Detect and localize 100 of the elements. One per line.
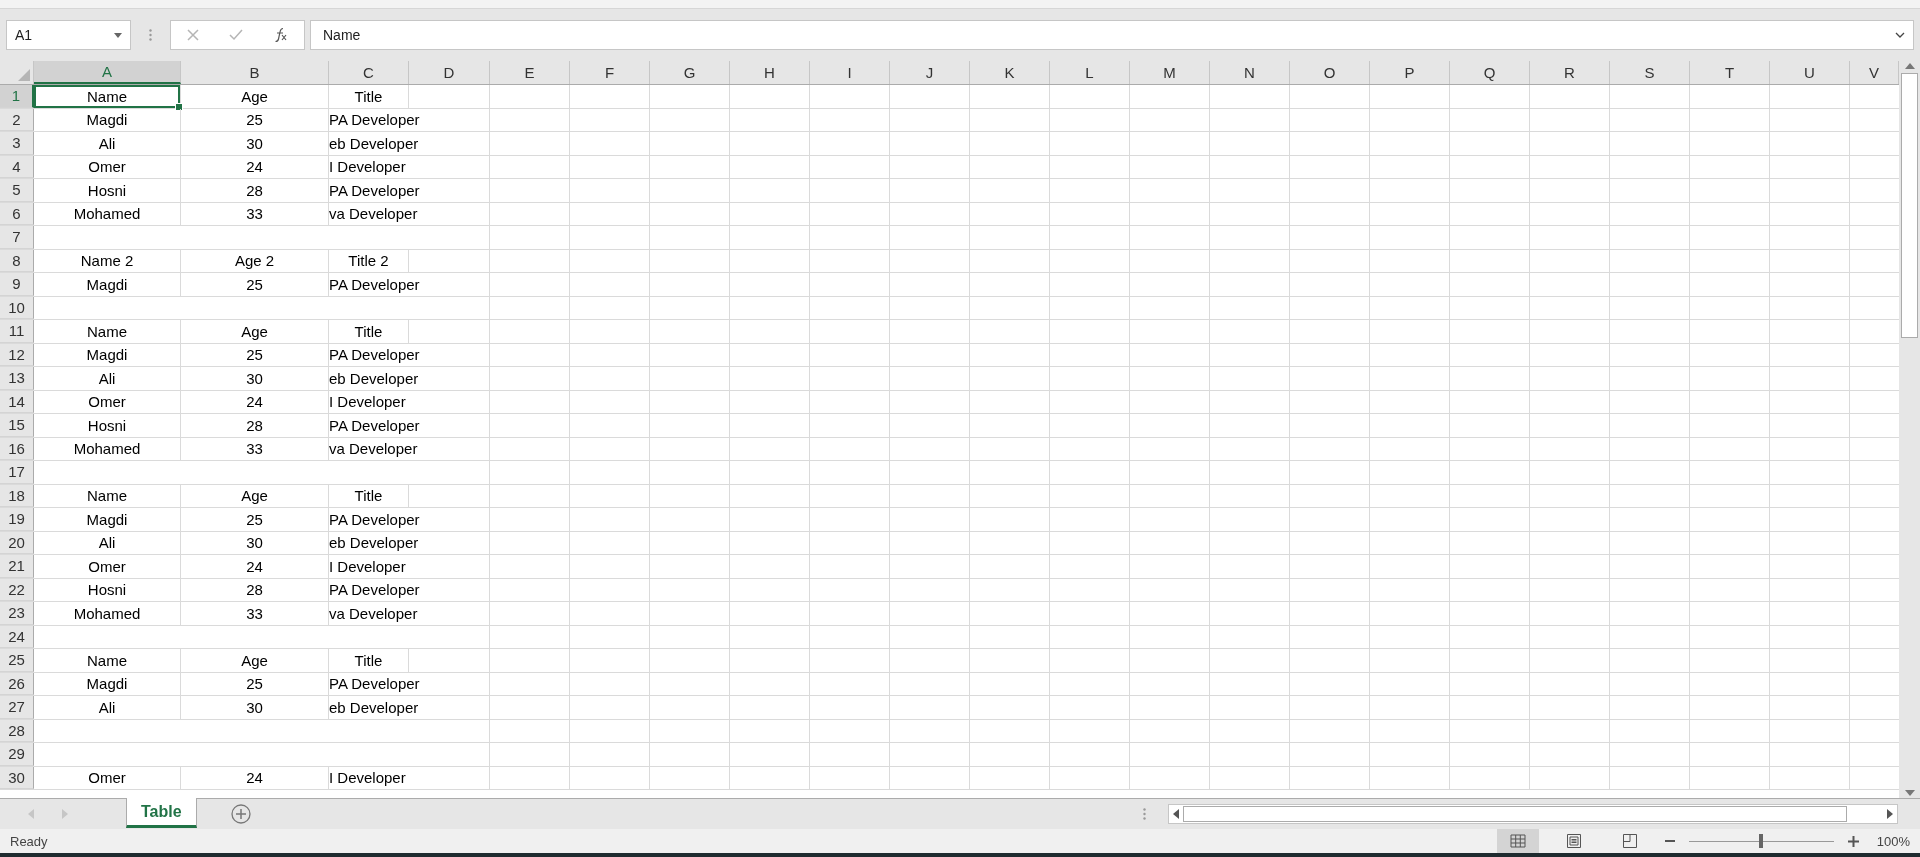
row-header[interactable]: 23 (0, 602, 34, 625)
table-cell: I Developer (329, 155, 490, 178)
table-cell: Mohamed (34, 437, 181, 460)
column-header[interactable]: H (730, 61, 810, 84)
row-header[interactable]: 22 (0, 578, 34, 601)
column-header[interactable]: N (1210, 61, 1290, 84)
row-header[interactable]: 6 (0, 202, 34, 225)
table-cell: PA Developer (329, 273, 490, 296)
column-header[interactable]: B (181, 61, 329, 84)
row-header[interactable]: 19 (0, 508, 34, 531)
row-header[interactable]: 4 (0, 155, 34, 178)
column-header[interactable]: S (1610, 61, 1690, 84)
scroll-right-icon[interactable] (1887, 809, 1893, 819)
table-cell: Age (181, 484, 329, 507)
column-header[interactable]: L (1050, 61, 1130, 84)
column-header[interactable]: U (1770, 61, 1850, 84)
grip-icon[interactable] (1143, 808, 1146, 820)
table-cell: 25 (181, 343, 329, 366)
table-cell: 25 (181, 508, 329, 531)
row-header[interactable]: 8 (0, 249, 34, 272)
dropdown-icon (114, 32, 122, 38)
row-header[interactable]: 5 (0, 179, 34, 202)
scroll-left-icon[interactable] (1173, 809, 1179, 819)
column-header[interactable]: C (329, 61, 409, 84)
row-header[interactable]: 27 (0, 696, 34, 719)
row-header[interactable]: 11 (0, 320, 34, 343)
table-cell: Magdi (34, 508, 181, 531)
add-sheet-icon[interactable] (230, 804, 251, 824)
row-header[interactable]: 12 (0, 343, 34, 366)
formula-field[interactable]: Name (310, 20, 1914, 50)
row-header[interactable]: 25 (0, 649, 34, 672)
normal-view-button[interactable] (1496, 829, 1539, 853)
table-cell: Title 2 (329, 249, 409, 272)
row-header[interactable]: 3 (0, 132, 34, 155)
table-cell: Name (34, 85, 181, 108)
table-cell: Omer (34, 766, 181, 789)
row-header[interactable]: 15 (0, 414, 34, 437)
table-cell: 28 (181, 578, 329, 601)
grid-icon (1509, 834, 1526, 848)
cancel-icon[interactable] (185, 28, 200, 42)
table-cell: PA Developer (329, 179, 490, 202)
row-header[interactable]: 13 (0, 367, 34, 390)
table-cell: PA Developer (329, 343, 490, 366)
name-box[interactable]: A1 (6, 20, 131, 50)
table-cell: 33 (181, 437, 329, 460)
table-cell: va Developer (329, 202, 490, 225)
table-cell: I Developer (329, 390, 490, 413)
column-header[interactable]: J (890, 61, 970, 84)
row-header[interactable]: 29 (0, 743, 34, 766)
column-header[interactable]: Q (1450, 61, 1530, 84)
status-text: Ready (10, 833, 48, 849)
table-cell: Magdi (34, 343, 181, 366)
column-header[interactable]: T (1690, 61, 1770, 84)
table-cell: 25 (181, 672, 329, 695)
row-header[interactable]: 28 (0, 719, 34, 742)
row-header[interactable]: 10 (0, 296, 34, 319)
row-header[interactable]: 20 (0, 531, 34, 554)
sheet-tab[interactable]: Table (126, 798, 197, 828)
column-header[interactable]: E (490, 61, 570, 84)
column-header[interactable]: P (1370, 61, 1450, 84)
table-cell: Title (329, 649, 409, 672)
row-header[interactable]: 2 (0, 108, 34, 131)
row-header[interactable]: 30 (0, 766, 34, 789)
column-header[interactable]: I (810, 61, 890, 84)
column-header[interactable]: R (1530, 61, 1610, 84)
table-cell: PA Developer (329, 108, 490, 131)
table-cell: Age (181, 320, 329, 343)
table-cell: 30 (181, 367, 329, 390)
row-header[interactable]: 18 (0, 484, 34, 507)
horizontal-scrollbar[interactable] (1168, 804, 1898, 824)
scroll-up-icon[interactable] (1904, 63, 1915, 69)
row-header[interactable]: 17 (0, 461, 34, 484)
table-cell: eb Developer (329, 696, 490, 719)
column-header[interactable]: D (409, 61, 490, 84)
row-header[interactable]: 16 (0, 437, 34, 460)
zoom-in-icon[interactable] (1847, 835, 1859, 847)
chevron-down-icon[interactable] (1895, 32, 1905, 38)
check-icon[interactable] (229, 28, 244, 42)
zoom-level[interactable]: 100% (1876, 833, 1910, 849)
row-header[interactable]: 24 (0, 625, 34, 648)
column-header[interactable]: M (1130, 61, 1210, 84)
scroll-down-icon[interactable] (1904, 790, 1915, 796)
column-header[interactable]: A (34, 61, 181, 84)
table-cell: Ali (34, 132, 181, 155)
row-header[interactable]: 21 (0, 555, 34, 578)
row-header[interactable]: 7 (0, 226, 34, 249)
row-header[interactable]: 26 (0, 672, 34, 695)
table-cell: Mohamed (34, 202, 181, 225)
vertical-scrollbar[interactable] (1899, 61, 1920, 798)
column-header[interactable]: G (650, 61, 730, 84)
column-header[interactable]: K (970, 61, 1050, 84)
row-header[interactable]: 1 (0, 85, 34, 108)
row-header[interactable]: 9 (0, 273, 34, 296)
column-header[interactable]: F (570, 61, 650, 84)
table-cell: Name 2 (34, 249, 181, 272)
table-cell: 28 (181, 414, 329, 437)
table-cell: Omer (34, 155, 181, 178)
column-header[interactable]: O (1290, 61, 1370, 84)
row-header[interactable]: 14 (0, 390, 34, 413)
table-cell: 30 (181, 132, 329, 155)
